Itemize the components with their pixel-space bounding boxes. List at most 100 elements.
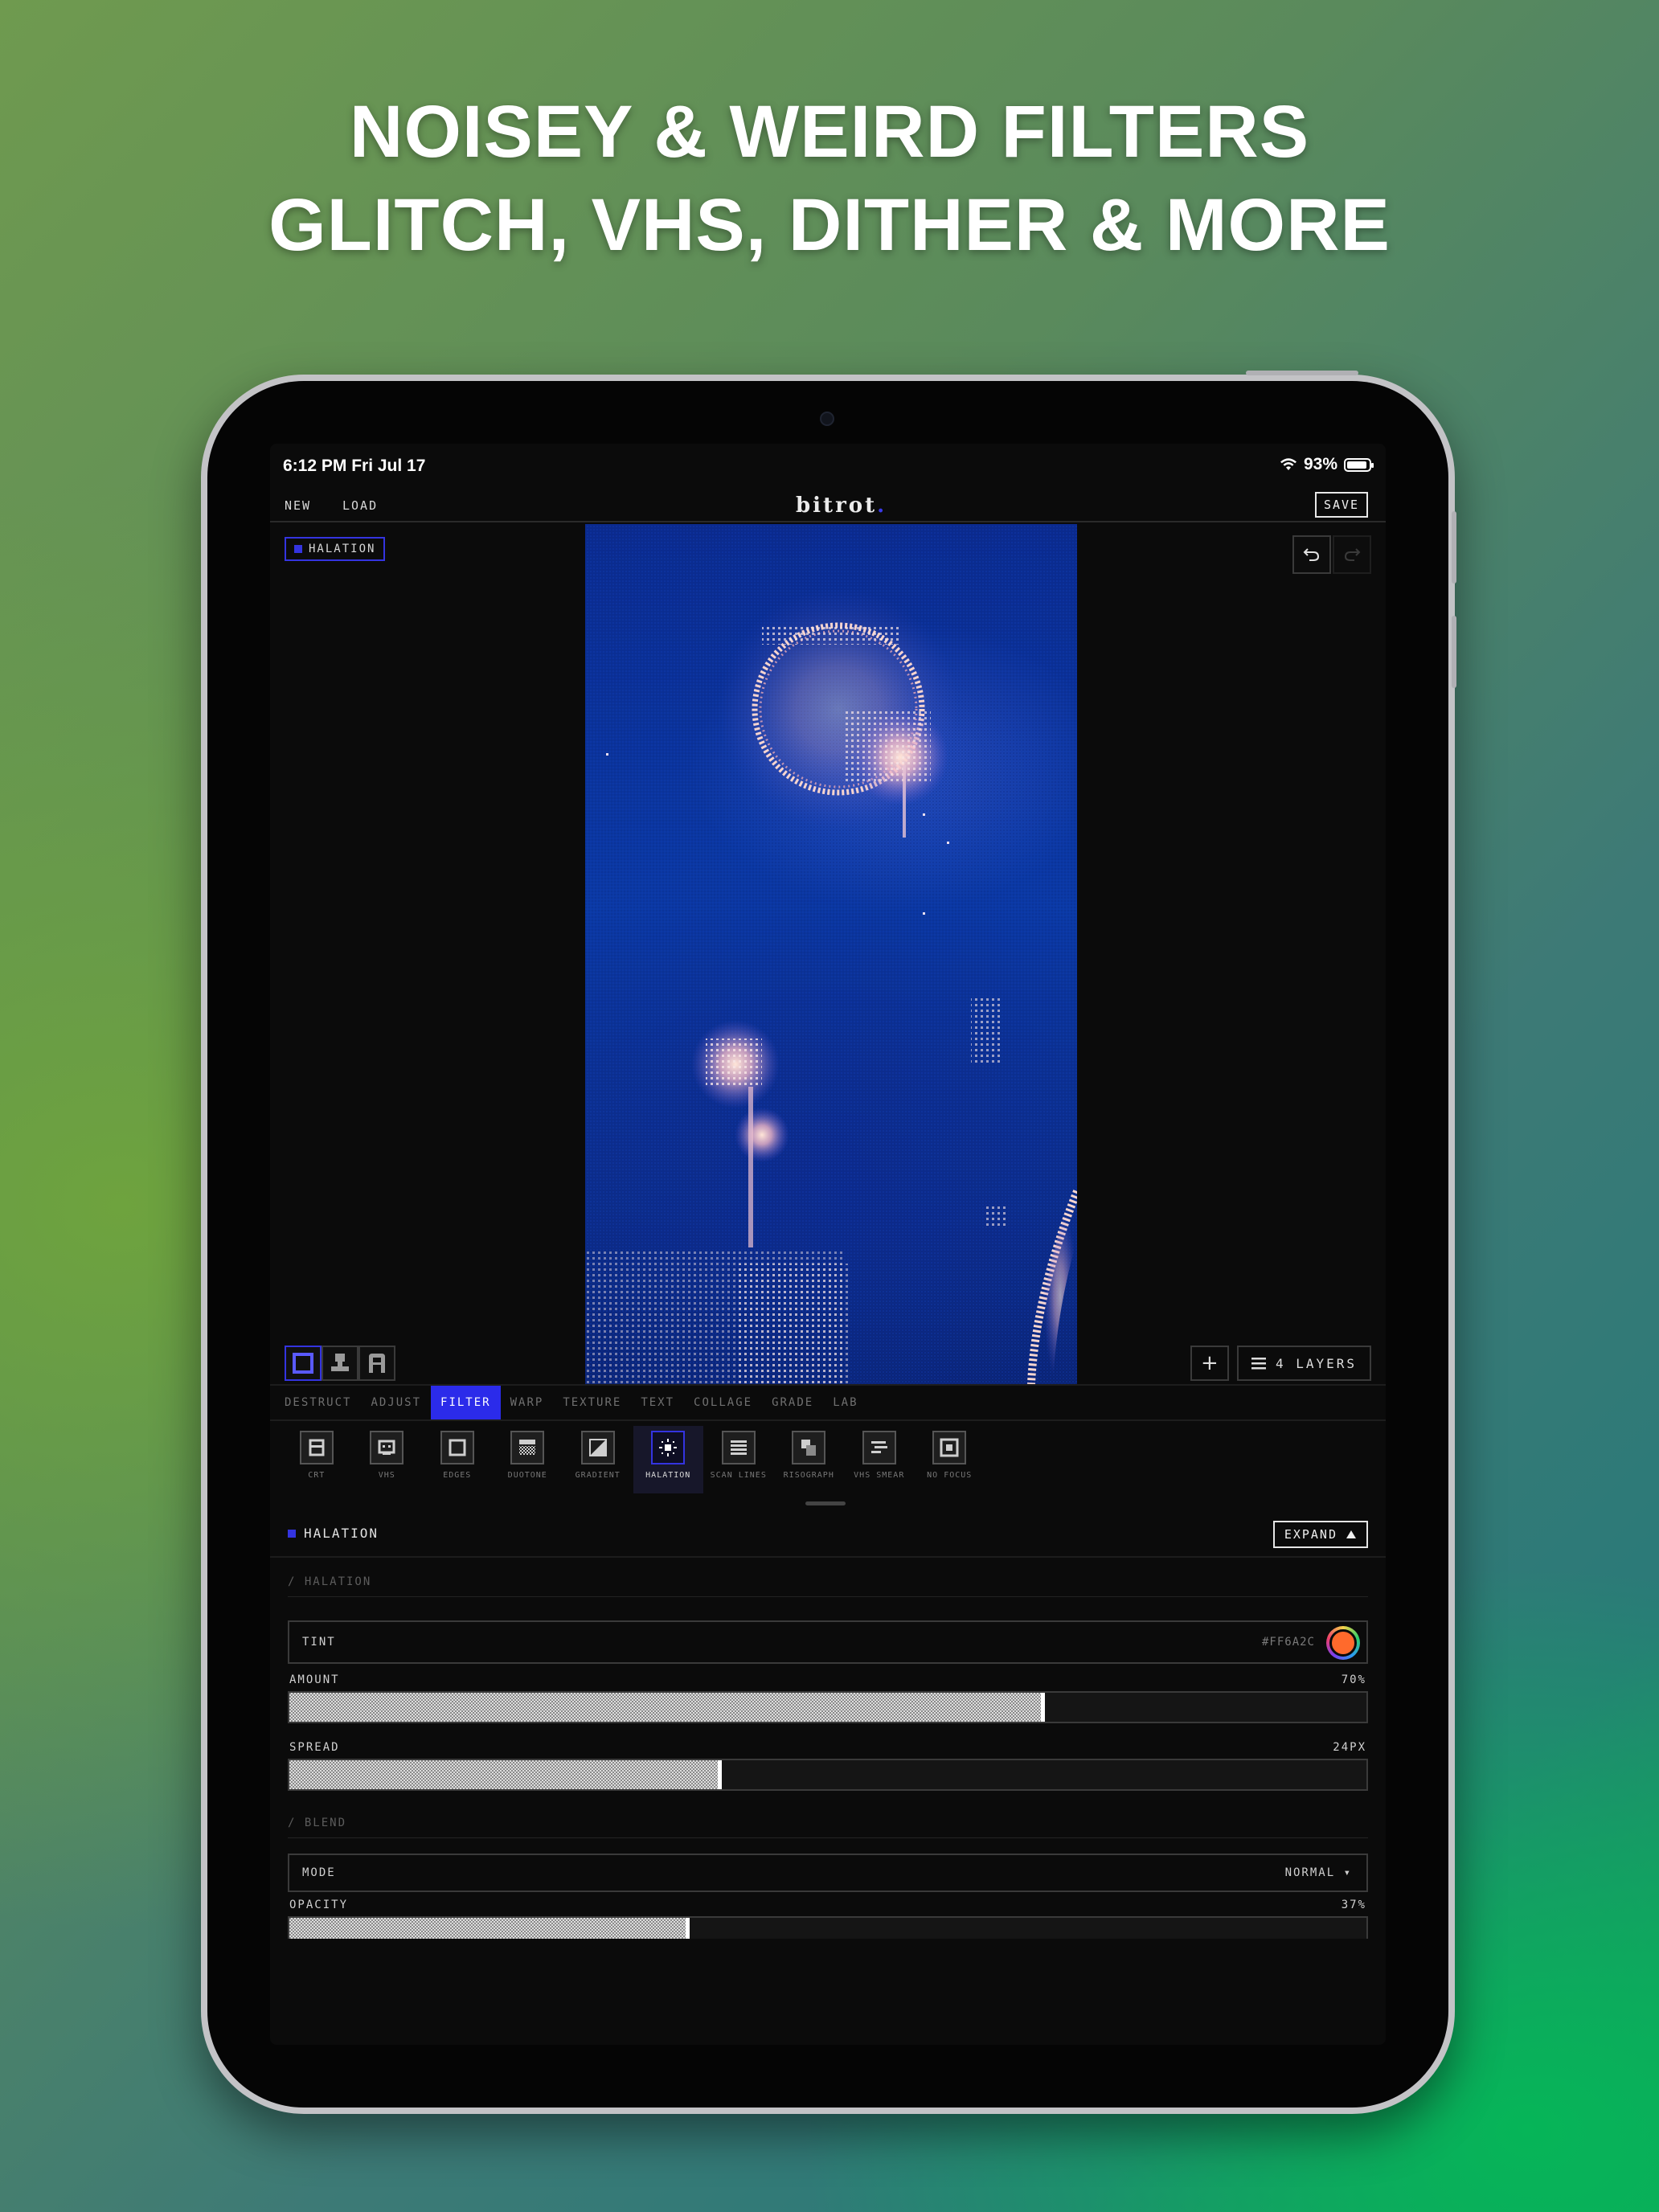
color-picker-button[interactable] bbox=[1326, 1626, 1360, 1660]
canvas-area: HALATION + 4 LAYERS bbox=[270, 524, 1386, 1384]
filter-label: HALATION bbox=[645, 1471, 691, 1480]
expand-button[interactable]: EXPAND bbox=[1272, 1521, 1368, 1548]
front-camera bbox=[820, 412, 834, 426]
layers-button[interactable]: 4 LAYERS bbox=[1236, 1346, 1371, 1381]
top-menubar: NEW LOAD bitrot. SAVE bbox=[270, 490, 1386, 522]
filter-edges[interactable]: EDGES bbox=[422, 1426, 493, 1493]
opacity-slider-fill bbox=[289, 1918, 688, 1939]
battery-icon bbox=[1344, 457, 1374, 472]
vhs-smear-icon bbox=[870, 1441, 887, 1453]
filter-icon-box bbox=[862, 1431, 896, 1464]
redo-button[interactable] bbox=[1333, 535, 1371, 574]
status-time: 6:12 PM Fri Jul 17 bbox=[283, 457, 426, 475]
redo-icon bbox=[1344, 548, 1361, 561]
tab-adjust[interactable]: ADJUST bbox=[361, 1386, 431, 1419]
gradient-icon bbox=[588, 1439, 607, 1456]
section-divider bbox=[288, 1596, 1368, 1597]
filter-label: NO FOCUS bbox=[927, 1471, 973, 1480]
duotone-icon bbox=[519, 1440, 536, 1455]
tab-text[interactable]: TEXT bbox=[631, 1386, 684, 1419]
section-label-halation: / HALATION bbox=[288, 1575, 372, 1588]
status-indicators: 93% bbox=[1280, 455, 1374, 474]
filter-duotone[interactable]: DUOTONE bbox=[493, 1426, 563, 1493]
new-button[interactable]: NEW bbox=[285, 498, 311, 513]
halation-photo bbox=[585, 524, 1077, 1384]
risograph-icon bbox=[801, 1440, 817, 1456]
canvas-mode-icon bbox=[293, 1353, 313, 1374]
filter-no-focus[interactable]: NO FOCUS bbox=[915, 1426, 985, 1493]
edges-icon bbox=[449, 1439, 466, 1456]
filter-label: VHS bbox=[378, 1471, 395, 1480]
section-label-blend: / BLEND bbox=[288, 1817, 347, 1829]
layers-count: 4 LAYERS bbox=[1275, 1355, 1357, 1371]
triangle-up-icon bbox=[1346, 1530, 1356, 1538]
tab-grade[interactable]: GRADE bbox=[762, 1386, 823, 1419]
filter-icon-box bbox=[721, 1431, 756, 1464]
filter-vhs-smear[interactable]: VHS SMEAR bbox=[844, 1426, 915, 1493]
active-layer-label: HALATION bbox=[309, 543, 376, 555]
filter-label: RISOGRAPH bbox=[783, 1471, 834, 1480]
add-layer-button[interactable]: + bbox=[1190, 1346, 1229, 1381]
tab-lab[interactable]: LAB bbox=[823, 1386, 867, 1419]
vhs-icon bbox=[378, 1440, 395, 1455]
save-button[interactable]: SAVE bbox=[1315, 492, 1368, 518]
panel-color-square bbox=[288, 1529, 296, 1538]
logo-dot: . bbox=[877, 494, 887, 518]
tab-filter[interactable]: FILTER bbox=[431, 1386, 501, 1419]
wifi-icon bbox=[1280, 458, 1296, 470]
tab-warp[interactable]: WARP bbox=[501, 1386, 554, 1419]
amount-label: AMOUNT bbox=[289, 1673, 340, 1686]
filter-icon-box bbox=[510, 1431, 545, 1464]
undo-button[interactable] bbox=[1292, 535, 1331, 574]
tab-destruct[interactable]: DESTRUCT bbox=[275, 1386, 361, 1419]
battery-percent: 93% bbox=[1303, 455, 1337, 473]
amount-slider[interactable] bbox=[288, 1691, 1368, 1723]
portrait-mode-button[interactable] bbox=[358, 1346, 395, 1381]
amount-slider-handle[interactable] bbox=[1041, 1693, 1045, 1722]
filter-label: GRADIENT bbox=[575, 1471, 621, 1480]
amount-slider-fill bbox=[289, 1693, 1043, 1722]
history-controls bbox=[1292, 535, 1371, 574]
filter-icon-box bbox=[792, 1431, 826, 1464]
filter-risograph[interactable]: RISOGRAPH bbox=[774, 1426, 845, 1493]
filter-label: EDGES bbox=[443, 1471, 472, 1480]
tab-texture[interactable]: TEXTURE bbox=[553, 1386, 631, 1419]
headline-line-1: NOISEY & WEIRD FILTERS bbox=[349, 91, 1310, 173]
filter-icon-box bbox=[932, 1431, 967, 1464]
hamburger-icon bbox=[1251, 1358, 1266, 1370]
tint-label: TINT bbox=[302, 1636, 336, 1649]
filter-halation[interactable]: HALATION bbox=[633, 1426, 703, 1493]
filter-gradient[interactable]: GRADIENT bbox=[563, 1426, 633, 1493]
canvas-image[interactable] bbox=[585, 524, 1077, 1384]
canvas-mode-button[interactable] bbox=[285, 1346, 322, 1381]
opacity-slider-handle[interactable] bbox=[685, 1918, 690, 1939]
tint-field[interactable]: TINT #FF6A2C bbox=[288, 1620, 1368, 1664]
no-focus-icon bbox=[940, 1438, 959, 1457]
active-layer-badge[interactable]: HALATION bbox=[285, 537, 386, 561]
filter-scan-lines[interactable]: SCAN LINES bbox=[703, 1426, 774, 1493]
opacity-value: 37% bbox=[1341, 1899, 1366, 1911]
filter-icon-box bbox=[440, 1431, 474, 1464]
crt-icon bbox=[309, 1439, 325, 1456]
spread-slider[interactable] bbox=[288, 1759, 1368, 1791]
blend-mode-select[interactable]: MODE NORMAL ▾ bbox=[288, 1854, 1368, 1892]
filter-label: DUOTONE bbox=[507, 1471, 547, 1480]
stamp-mode-button[interactable] bbox=[322, 1346, 358, 1381]
portrait-mode-icon bbox=[369, 1354, 385, 1373]
filter-crt[interactable]: CRT bbox=[281, 1426, 352, 1493]
tab-collage[interactable]: COLLAGE bbox=[684, 1386, 762, 1419]
panel-grabber[interactable] bbox=[805, 1501, 846, 1505]
filter-strip: CRT VHS EDGES DUOTONE GRADIENT HALATION SCAN L… bbox=[281, 1426, 985, 1493]
spread-slider-fill bbox=[289, 1760, 720, 1789]
filter-vhs[interactable]: VHS bbox=[352, 1426, 423, 1493]
opacity-slider[interactable] bbox=[288, 1916, 1368, 1939]
category-tabs: DESTRUCT ADJUST FILTER WARP TEXTURE TEXT COLLA… bbox=[270, 1384, 1386, 1421]
spread-slider-handle[interactable] bbox=[718, 1760, 722, 1789]
panel-header: HALATION EXPAND bbox=[270, 1513, 1386, 1558]
logo-text: bitrot bbox=[796, 494, 878, 518]
load-button[interactable]: LOAD bbox=[342, 498, 378, 513]
tablet-frame: 6:12 PM Fri Jul 17 93% NEW LOAD bitrot. … bbox=[201, 371, 1456, 2114]
panel-title-label: HALATION bbox=[304, 1526, 379, 1541]
tint-hex: #FF6A2C bbox=[1261, 1636, 1315, 1649]
stamp-mode-icon bbox=[331, 1354, 349, 1371]
